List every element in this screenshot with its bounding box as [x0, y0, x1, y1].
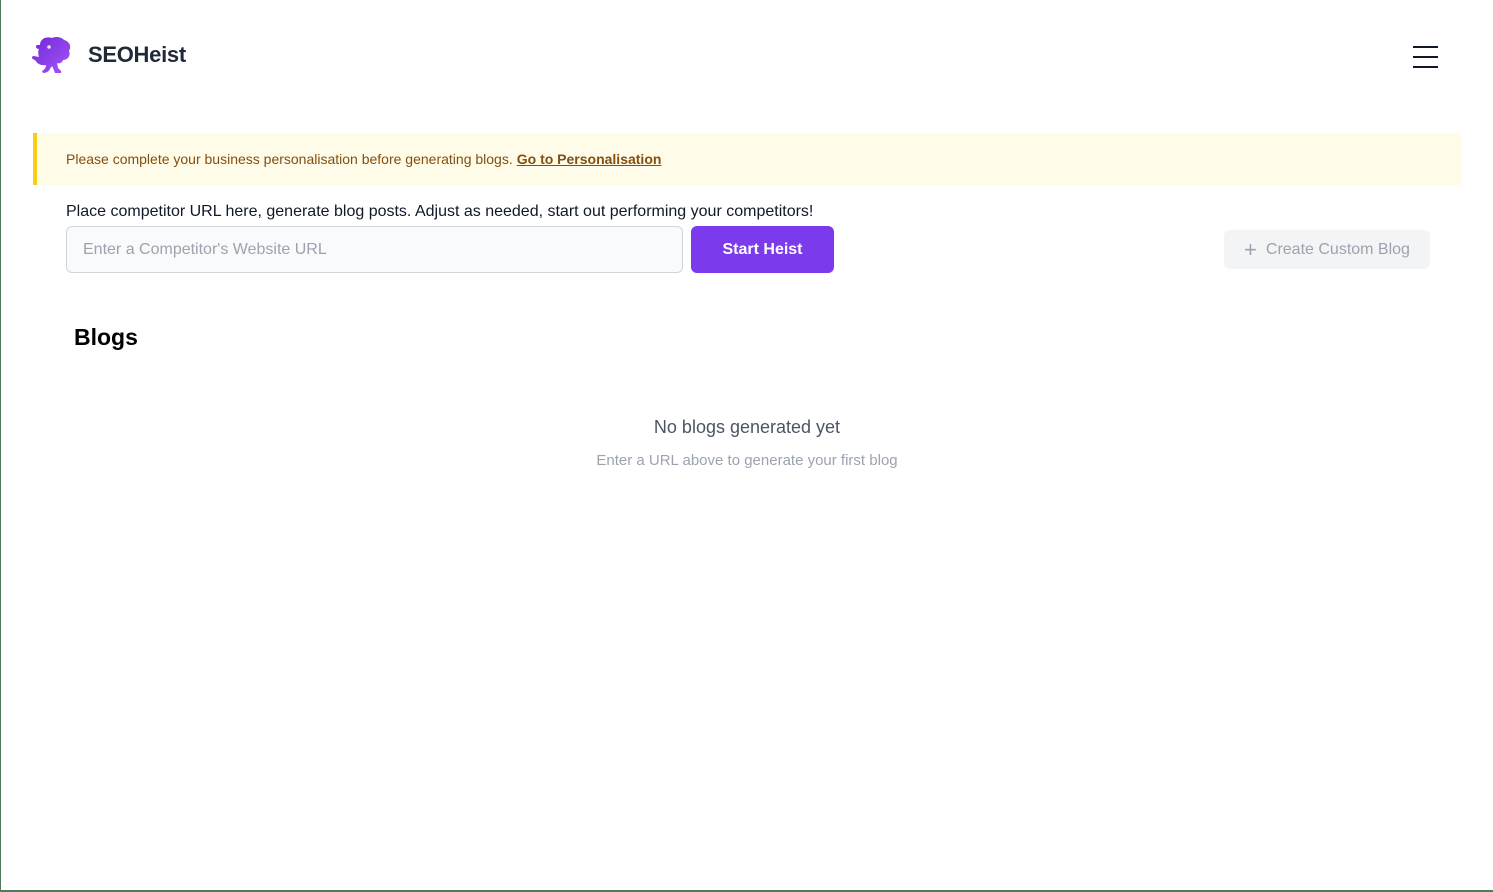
- blogs-heading: Blogs: [74, 324, 138, 350]
- menu-bar: [1413, 66, 1438, 68]
- personalisation-alert: Please complete your business personalis…: [33, 133, 1461, 185]
- plus-icon: +: [1244, 236, 1257, 262]
- heist-instructions: Place competitor URL here, generate blog…: [66, 203, 814, 220]
- empty-state-subtitle: Enter a URL above to generate your first…: [596, 452, 898, 469]
- app-header: SEOHeist: [1, 0, 1493, 112]
- brand[interactable]: SEOHeist: [31, 35, 186, 75]
- menu-bar: [1413, 46, 1438, 48]
- alert-message: Please complete your business personalis…: [66, 151, 513, 167]
- start-heist-button[interactable]: Start Heist: [691, 226, 834, 273]
- menu-bar: [1413, 56, 1438, 58]
- brand-name: SEOHeist: [88, 42, 186, 67]
- competitor-url-input[interactable]: [66, 226, 683, 273]
- create-custom-blog-label: Create Custom Blog: [1265, 240, 1410, 258]
- go-to-personalisation-link[interactable]: Go to Personalisation: [517, 151, 662, 167]
- create-custom-blog-button[interactable]: + Create Custom Blog: [1224, 230, 1430, 269]
- heist-mascot-icon: [31, 36, 71, 73]
- empty-state-title: No blogs generated yet: [653, 417, 841, 437]
- hamburger-menu-icon[interactable]: [1407, 40, 1445, 74]
